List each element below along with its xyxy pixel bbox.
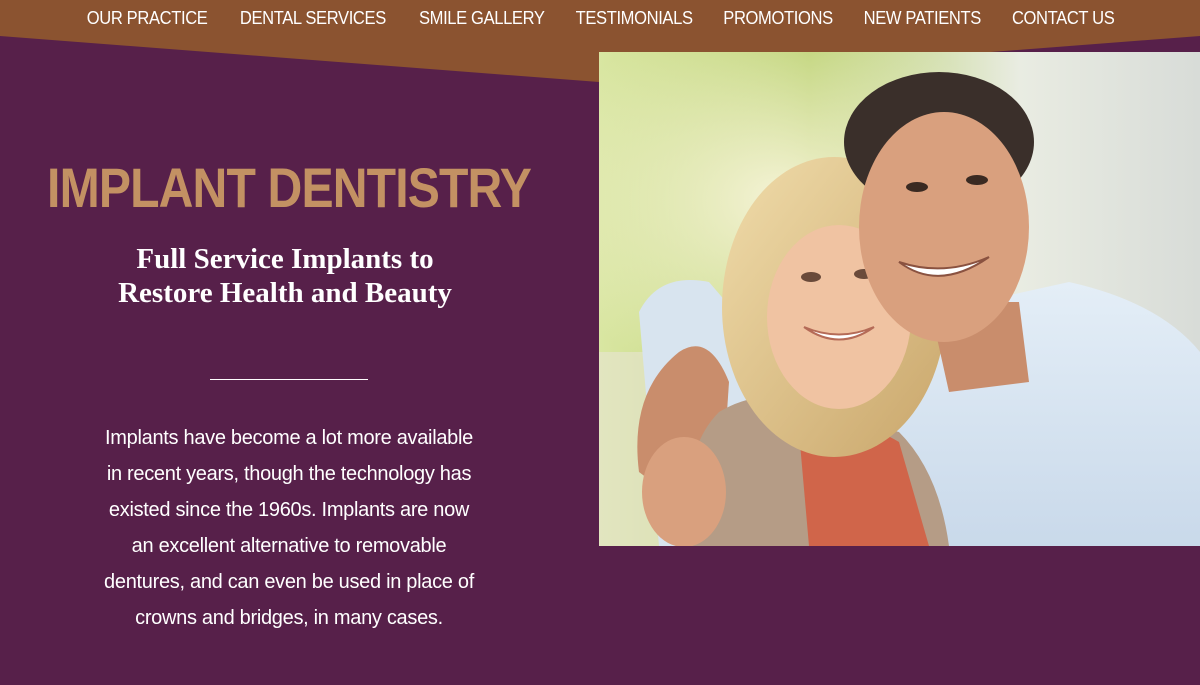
page-title: IMPLANT DENTISTRY: [47, 156, 532, 219]
hero-photo: [599, 52, 1200, 546]
nav-our-practice[interactable]: OUR PRACTICE: [77, 0, 217, 36]
nav-contact-us[interactable]: CONTACT US: [1002, 0, 1124, 36]
nav-new-patients[interactable]: NEW PATIENTS: [854, 0, 991, 36]
main-nav: OUR PRACTICE DENTAL SERVICES SMILE GALLE…: [0, 0, 1200, 36]
nav-testimonials[interactable]: TESTIMONIALS: [566, 0, 702, 36]
title-divider: [210, 379, 368, 380]
page-subtitle: Full Service Implants to Restore Health …: [118, 243, 452, 309]
nav-smile-gallery[interactable]: SMILE GALLERY: [409, 0, 554, 36]
nav-dental-services[interactable]: DENTAL SERVICES: [230, 0, 395, 36]
nav-promotions[interactable]: PROMOTIONS: [714, 0, 843, 36]
hero-text-panel: IMPLANT DENTISTRY Full Service Implants …: [0, 82, 599, 685]
intro-paragraph: Implants have become a lot more availabl…: [104, 427, 474, 629]
